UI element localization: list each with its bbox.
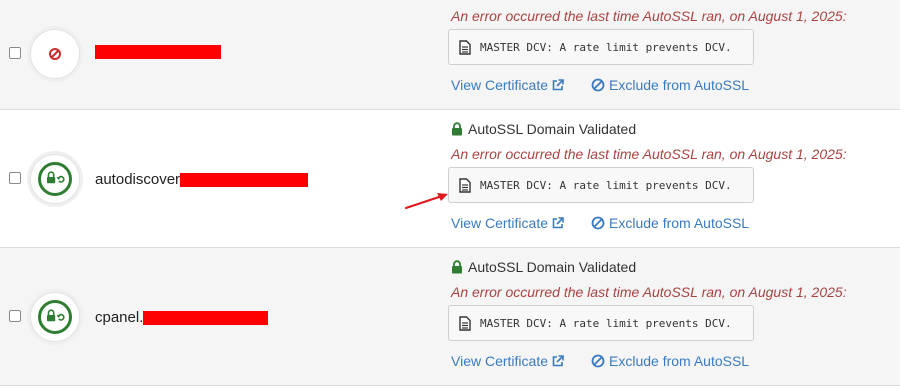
- lock-sync-icon: [47, 171, 65, 184]
- domain-prefix: autodiscover: [95, 171, 181, 188]
- exclude-label: Exclude from AutoSSL: [609, 353, 750, 369]
- external-link-icon: [552, 79, 564, 91]
- exclude-label: Exclude from AutoSSL: [609, 215, 750, 231]
- dcv-message-box: MASTER DCV: A rate limit prevents DCV.: [448, 29, 754, 65]
- row-checkbox[interactable]: [9, 172, 21, 184]
- redacted-domain: [95, 45, 221, 59]
- redacted-domain: [180, 172, 309, 187]
- annotation-arrow-icon: [404, 193, 448, 210]
- lock-icon: [452, 260, 462, 274]
- autossl-error-text: An error occurred the last time AutoSSL …: [451, 8, 847, 24]
- dcv-message: MASTER DCV: A rate limit prevents DCV.: [480, 316, 732, 330]
- domain-name: autodiscover: [95, 171, 309, 188]
- document-icon: [459, 315, 471, 331]
- domain-row: cpanel. AutoSSL Domain Validated An erro…: [0, 248, 900, 386]
- ban-icon: [591, 354, 605, 368]
- row-checkbox[interactable]: [9, 310, 21, 322]
- validated-status: AutoSSL Domain Validated: [451, 259, 636, 275]
- exclude-from-autossl-link[interactable]: Exclude from AutoSSL: [591, 77, 749, 93]
- domain-prefix: cpanel.: [95, 309, 144, 326]
- domain-name: [95, 45, 221, 59]
- status-badge: [30, 154, 80, 204]
- ban-icon: [591, 216, 605, 230]
- domain-row: An error occurred the last time AutoSSL …: [0, 0, 900, 110]
- status-badge: [30, 29, 80, 79]
- domain-name: cpanel.: [95, 309, 269, 326]
- row-checkbox[interactable]: [9, 47, 21, 59]
- domain-row: autodiscover AutoSSL Domain Validated An…: [0, 110, 900, 248]
- lock-sync-icon: [47, 309, 65, 322]
- blocked-icon: [49, 48, 61, 60]
- dcv-message-box: MASTER DCV: A rate limit prevents DCV.: [448, 167, 754, 203]
- validated-label: AutoSSL Domain Validated: [468, 121, 637, 137]
- external-link-icon: [552, 217, 564, 229]
- lock-icon: [452, 122, 462, 136]
- view-certificate-label: View Certificate: [451, 215, 549, 231]
- exclude-from-autossl-link[interactable]: Exclude from AutoSSL: [591, 353, 749, 369]
- document-icon: [459, 39, 471, 55]
- autossl-error-text: An error occurred the last time AutoSSL …: [451, 284, 847, 300]
- redacted-domain: [143, 310, 269, 325]
- view-certificate-label: View Certificate: [451, 353, 549, 369]
- status-badge: [30, 292, 80, 342]
- validated-status: AutoSSL Domain Validated: [451, 121, 636, 137]
- validated-label: AutoSSL Domain Validated: [468, 259, 637, 275]
- exclude-label: Exclude from AutoSSL: [609, 77, 750, 93]
- autossl-error-text: An error occurred the last time AutoSSL …: [451, 146, 847, 162]
- view-certificate-link[interactable]: View Certificate: [451, 77, 564, 93]
- dcv-message: MASTER DCV: A rate limit prevents DCV.: [480, 178, 732, 192]
- ban-icon: [591, 78, 605, 92]
- exclude-from-autossl-link[interactable]: Exclude from AutoSSL: [591, 215, 749, 231]
- view-certificate-link[interactable]: View Certificate: [451, 215, 564, 231]
- view-certificate-link[interactable]: View Certificate: [451, 353, 564, 369]
- external-link-icon: [552, 355, 564, 367]
- dcv-message: MASTER DCV: A rate limit prevents DCV.: [480, 40, 732, 54]
- view-certificate-label: View Certificate: [451, 77, 549, 93]
- document-icon: [459, 177, 471, 193]
- dcv-message-box: MASTER DCV: A rate limit prevents DCV.: [448, 305, 754, 341]
